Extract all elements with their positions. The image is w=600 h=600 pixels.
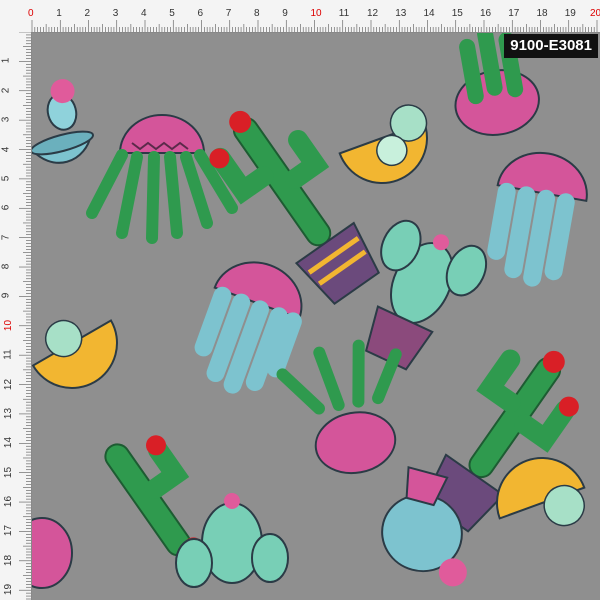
ruler-top-label: 4 <box>141 8 147 19</box>
ruler-top-label: 14 <box>423 8 435 19</box>
ruler-left-label: 12 <box>3 378 15 390</box>
ruler-left-label: 1 <box>0 58 12 64</box>
ruler-top-label: 10 <box>310 8 322 19</box>
ruler-top-label: 9 <box>282 8 288 19</box>
ruler-top-label: 17 <box>508 8 520 19</box>
ruler-top-label: 6 <box>197 8 204 19</box>
ruler-left-label: 9 <box>0 293 12 299</box>
cactus-pattern <box>32 33 600 600</box>
ruler-top-label: 5 <box>169 8 175 19</box>
ruler-top-label: 12 <box>367 8 379 19</box>
product-code-badge: 9100-E3081 <box>504 34 598 58</box>
ruler-left-label: 16 <box>3 495 15 508</box>
ruler-left-label: 17 <box>3 525 15 537</box>
ruler-left-label: 8 <box>0 263 12 270</box>
ruler-left-label: 5 <box>0 175 12 182</box>
fabric-preview: 0 1 2 3 4 5 6 7 8 9 10 11 12 13 14 15 16 17 18 19 20 1234567… <box>0 0 600 600</box>
ruler-top-label: 11 <box>338 8 350 19</box>
ruler-left-label: 3 <box>0 116 12 123</box>
ruler-top-label: 3 <box>112 8 119 19</box>
ruler-left-label: 18 <box>3 554 15 566</box>
ruler-top-label: 18 <box>536 8 548 19</box>
ruler-left-label: 15 <box>3 466 15 478</box>
ruler-left-label: 13 <box>3 407 15 419</box>
ruler-top-label: 20 <box>590 8 600 19</box>
ruler-left-label: 6 <box>0 204 12 211</box>
ruler-top-label: 16 <box>480 8 492 19</box>
pattern-artwork <box>32 33 600 600</box>
ruler-left-label: 19 <box>3 584 15 596</box>
ruler-top-label: 13 <box>395 8 407 19</box>
ruler-left-label: 10 <box>3 319 15 331</box>
ruler-top-label: 15 <box>451 8 463 19</box>
ruler-left-label: 7 <box>0 234 12 240</box>
ruler-top-label: 2 <box>84 8 91 19</box>
ruler-left-label: 4 <box>0 146 12 152</box>
ruler-top-label: 1 <box>56 8 62 19</box>
ruler-left-label: 11 <box>2 349 14 360</box>
ruler-left: 1 2 3 4 5 6 7 8 9 10 11 12 13 14 15 16 17 18 19 <box>0 32 32 600</box>
ruler-top-label: 19 <box>564 8 576 19</box>
ruler-left-label: 14 <box>3 437 15 449</box>
ruler-left-label: 2 <box>0 87 12 94</box>
ruler-top: 0 1 2 3 4 5 6 7 8 9 10 11 12 13 14 15 16 17 18 19 20 <box>0 0 600 33</box>
ruler-top-label: 0 <box>28 8 34 19</box>
ruler-top-label: 8 <box>254 8 260 19</box>
ruler-top-label: 7 <box>225 8 232 19</box>
